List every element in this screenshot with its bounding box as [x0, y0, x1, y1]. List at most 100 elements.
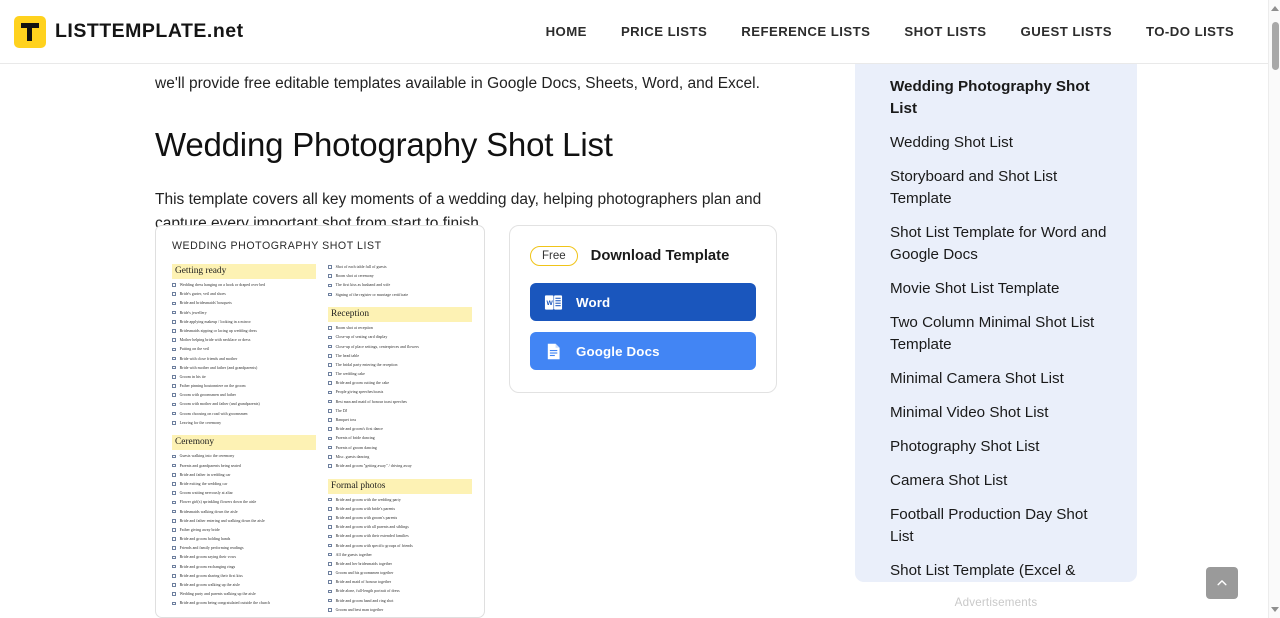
- checkbox-icon: [328, 580, 332, 585]
- doc-checklist-item: Bride and bridesmaids' bouquets: [172, 300, 316, 307]
- nav-item-shot-lists[interactable]: SHOT LISTS: [887, 24, 1003, 39]
- triangle-up-icon: [1271, 6, 1279, 11]
- doc-checklist-item: Bride's garter, veil and shoes: [172, 291, 316, 298]
- sidebar-item-8[interactable]: Photography Shot List: [855, 430, 1137, 464]
- checkbox-icon: [172, 518, 176, 523]
- sidebar-item-0[interactable]: Wedding Photography Shot List: [855, 70, 1137, 126]
- site-logo[interactable]: LISTTEMPLATE.net: [14, 15, 244, 48]
- doc-checklist-item: Bride and groom hand and ring shot: [328, 598, 472, 605]
- nav-item-guest-lists[interactable]: GUEST LISTS: [1004, 24, 1129, 39]
- doc-checklist-item-label: Best man and maid of honour toast speech…: [335, 399, 407, 404]
- checkbox-icon: [172, 546, 176, 551]
- checkbox-icon: [172, 384, 176, 388]
- sidebar-item-11[interactable]: Shot List Template (Excel & Google Sheet…: [855, 554, 1137, 582]
- doc-checklist-item-label: Signing of the register or marriage cert…: [335, 292, 409, 297]
- doc-checklist-item-label: Groom in his tie: [179, 374, 206, 379]
- doc-checklist-item: Bride and groom with bride's parents: [328, 506, 472, 513]
- doc-checklist-item: Banquet toss: [328, 417, 472, 424]
- doc-checklist-item: Parents of bride dancing: [328, 435, 472, 442]
- doc-checklist-item-label: Friends and family performing readings: [179, 546, 244, 551]
- doc-section-heading-left-1: Ceremony: [172, 435, 316, 451]
- sidebar-item-2[interactable]: Storyboard and Shot List Template: [855, 160, 1137, 216]
- doc-checklist-item: Wedding dress hanging on a hook or drape…: [172, 282, 316, 289]
- download-template-heading: Download Template: [590, 248, 730, 264]
- chevron-up-icon: [1217, 580, 1227, 586]
- checkbox-icon: [172, 347, 176, 352]
- page-content: we'll provide free editable templates av…: [0, 50, 1268, 618]
- checkbox-icon: [328, 571, 332, 575]
- sidebar-item-list: Wedding Photography Shot List Wedding Sho…: [855, 70, 1137, 582]
- doc-checklist-item-label: Room shot at ceremony: [335, 274, 374, 279]
- doc-section-heading-right-1: Reception: [328, 307, 472, 323]
- checkbox-icon: [328, 534, 332, 539]
- sidebar-item-1[interactable]: Wedding Shot List: [855, 126, 1137, 160]
- sidebar-item-10[interactable]: Football Production Day Shot List: [855, 498, 1137, 554]
- doc-checklist-item: Bride and groom exchanging rings: [172, 564, 316, 571]
- doc-checklist-item: Groom and his groomsmen together: [328, 570, 472, 577]
- doc-checklist-item: Bride and groom with all parents and sib…: [328, 524, 472, 531]
- nav-item-home[interactable]: HOME: [529, 24, 604, 39]
- checkbox-icon: [172, 319, 176, 324]
- checkbox-icon: [328, 464, 332, 468]
- checkbox-icon: [172, 411, 176, 416]
- doc-checklist-item-label: The wedding cake: [335, 372, 365, 377]
- checkbox-icon: [328, 589, 332, 594]
- checkbox-icon: [328, 543, 332, 548]
- document-left-column: Getting ready Wedding dress hanging on a …: [172, 264, 316, 617]
- doc-checklist-item-label: Bride and groom sharing their first kiss: [179, 573, 243, 578]
- sidebar-item-4[interactable]: Movie Shot List Template: [855, 272, 1137, 306]
- doc-checklist-item: Wedding party and parents walking up the…: [172, 591, 316, 598]
- doc-checklist-item: Bride and groom being congratulated outs…: [172, 600, 316, 607]
- browser-scrollbar[interactable]: [1268, 0, 1280, 618]
- sidebar-item-5[interactable]: Two Column Minimal Shot List Template: [855, 306, 1137, 362]
- scrollbar-up-arrow[interactable]: [1269, 2, 1280, 15]
- document-preview-card[interactable]: WEDDING PHOTOGRAPHY SHOT LIST Getting re…: [155, 225, 485, 618]
- brand-name: LISTTEMPLATE: [55, 20, 207, 42]
- doc-checklist-item-label: Shot of each table full of guests: [335, 265, 387, 269]
- checkbox-icon: [328, 390, 332, 395]
- scrollbar-down-arrow[interactable]: [1269, 603, 1280, 616]
- sidebar-item-6[interactable]: Minimal Camera Shot List: [855, 362, 1137, 396]
- sidebar-item-7[interactable]: Minimal Video Shot List: [855, 396, 1137, 430]
- nav-item-reference-lists[interactable]: REFERENCE LISTS: [724, 24, 887, 39]
- nav-item-price-lists[interactable]: PRICE LISTS: [604, 24, 724, 39]
- checkbox-icon: [172, 329, 176, 333]
- doc-checklist-item-label: Bride and groom walking up the aisle: [179, 583, 240, 588]
- nav-item-todo-lists[interactable]: TO-DO LISTS: [1129, 24, 1251, 39]
- checkbox-icon: [328, 454, 332, 459]
- checkbox-icon: [328, 335, 332, 340]
- checkbox-icon: [328, 552, 332, 557]
- download-word-button[interactable]: W Word: [530, 283, 756, 321]
- back-to-top-button[interactable]: [1206, 567, 1238, 599]
- scrollbar-thumb[interactable]: [1271, 22, 1279, 70]
- checkbox-icon: [328, 562, 332, 566]
- checkbox-icon: [328, 292, 332, 297]
- doc-checklist-item-label: Father giving away bride: [179, 527, 220, 532]
- doc-checklist-right-0: Shot of each table full of guests Room sh…: [328, 264, 472, 298]
- doc-checklist-item-label: Groom and his groomsmen together: [335, 571, 394, 576]
- sidebar-item-9[interactable]: Camera Shot List: [855, 464, 1137, 498]
- doc-checklist-item: Groom and best man together: [328, 607, 472, 614]
- doc-checklist-item: Mother helping bride with necklace or dr…: [172, 337, 316, 344]
- doc-checklist-item: Bride and groom sharing their first kiss: [172, 573, 316, 580]
- brand-tld: net: [212, 20, 244, 42]
- checkbox-icon: [328, 326, 332, 330]
- doc-checklist-right-1: Room shot at reception Close-up of seatin…: [328, 325, 472, 469]
- doc-checklist-item: Putting on the veil: [172, 346, 316, 353]
- sidebar-item-3[interactable]: Shot List Template for Word and Google D…: [855, 216, 1137, 272]
- checkbox-icon: [172, 310, 176, 315]
- doc-checklist-item-label: Bride and groom with the wedding party: [335, 497, 401, 502]
- doc-checklist-item: Bride and father entering and walking do…: [172, 518, 316, 525]
- doc-checklist-item: Bride applying makeup / looking in a mir…: [172, 319, 316, 326]
- checkbox-icon: [172, 402, 176, 407]
- download-google-docs-button[interactable]: Google Docs: [530, 332, 756, 370]
- doc-checklist-item-label: Bride and father in wedding car: [179, 472, 231, 477]
- doc-checklist-item-label: Bride and groom with their extended fami…: [335, 534, 409, 539]
- checkbox-icon: [172, 528, 176, 532]
- checkbox-icon: [328, 427, 332, 431]
- doc-checklist-item: Bride exiting the wedding car: [172, 481, 316, 488]
- checkbox-icon: [328, 274, 332, 278]
- doc-checklist-item-label: People giving speeches/toasts: [335, 390, 384, 395]
- doc-checklist-item-label: Bride and groom with bride's parents: [335, 506, 396, 511]
- doc-checklist-item: Friends and family performing readings: [172, 545, 316, 552]
